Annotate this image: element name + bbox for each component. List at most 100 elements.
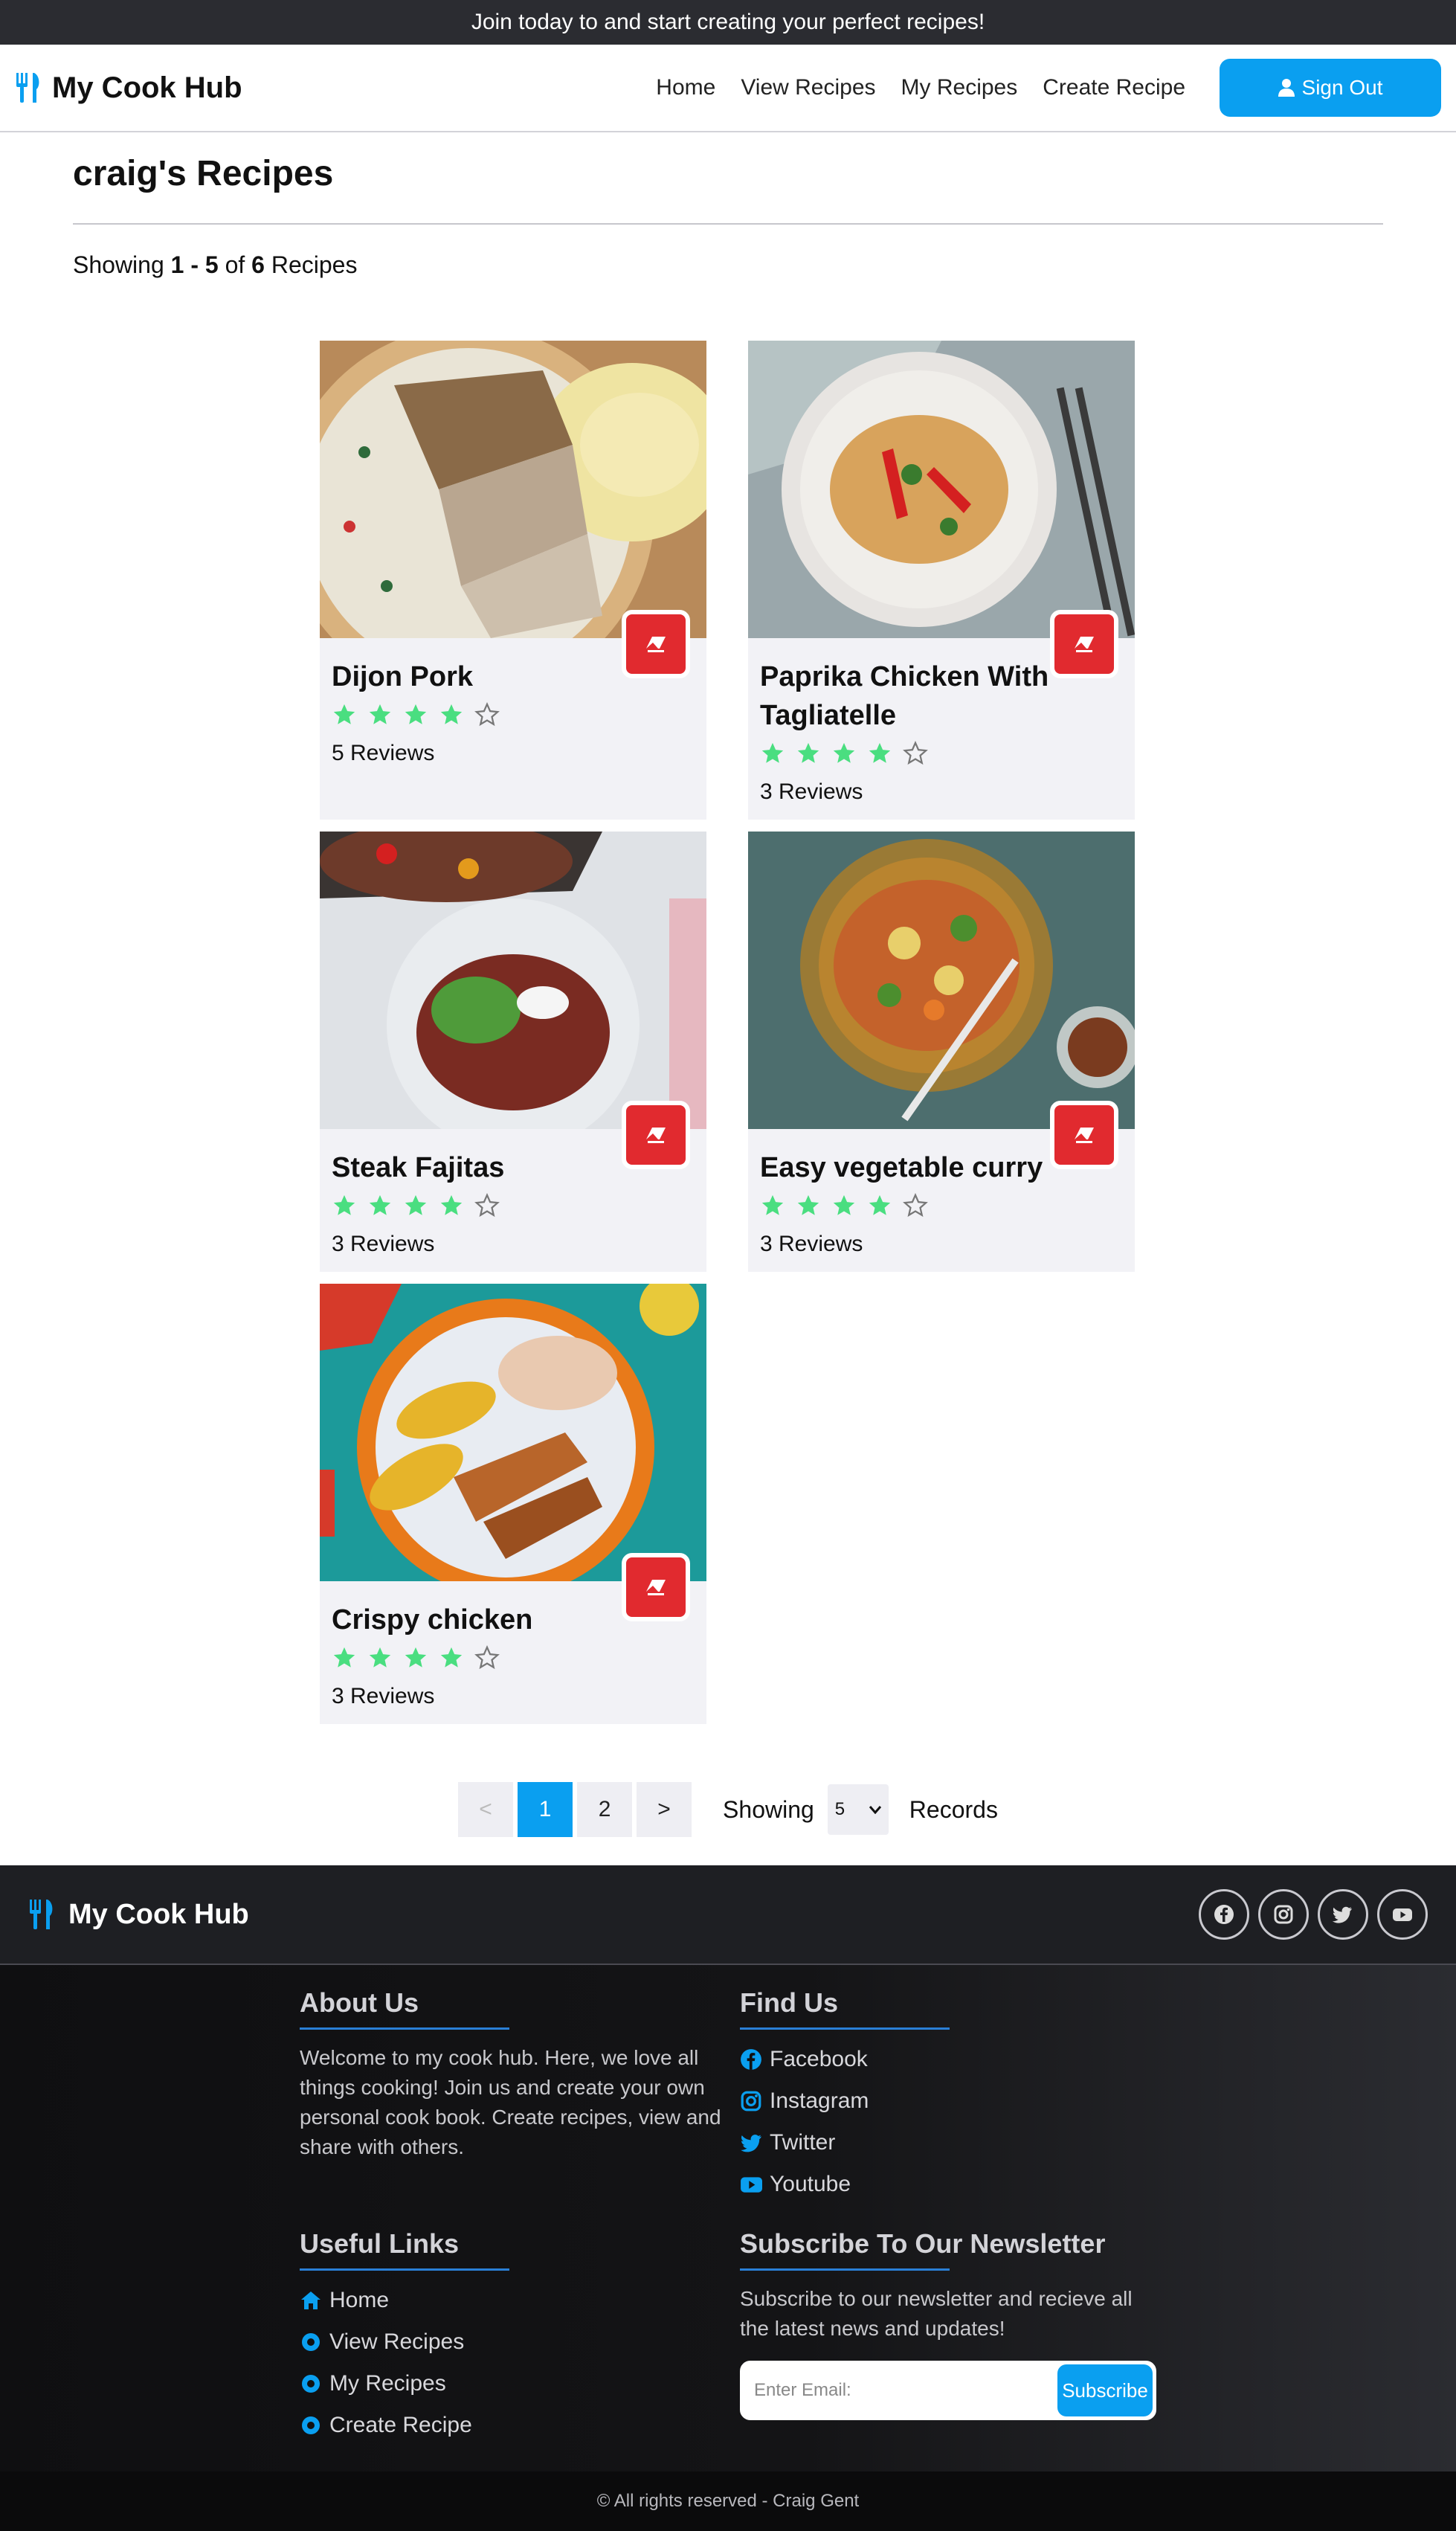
delete-recipe-button[interactable] [1050,610,1118,678]
star-filled-icon [369,704,391,724]
useful-links-section: Useful Links Home View Recipes My Recipe… [300,2227,671,2446]
recipe-card[interactable]: Paprika Chicken With Tagliatelle 3 Revie… [748,341,1135,820]
subscribe-button[interactable]: Subscribe [1057,2364,1153,2416]
user-icon [1278,79,1295,97]
pagination: < 1 2 > Showing 5 Records [0,1782,1456,1837]
facebook-button[interactable] [1199,1889,1249,1940]
nav-link-home[interactable]: Home [656,75,715,100]
per-page-select[interactable]: 5 [827,1784,889,1835]
footer-body: About Us Welcome to my cook hub. Here, w… [0,1965,1456,2471]
star-filled-icon [797,742,819,763]
results-prefix: Showing [73,251,164,278]
star-filled-icon [761,742,784,763]
results-range-sep: - [190,251,199,278]
find-us-underline [740,2027,950,2030]
main-content: craig's Recipes Showing 1 - 5 of 6 Recip… [0,153,1456,289]
star-filled-icon [405,1647,427,1667]
results-suffix: Recipes [271,251,358,278]
find-us-facebook-link[interactable]: Facebook [740,2039,1112,2080]
star-filled-icon [440,704,463,724]
nav-link-view-recipes[interactable]: View Recipes [741,75,875,100]
star-filled-icon [333,1647,355,1667]
star-filled-icon [833,742,855,763]
youtube-button[interactable] [1377,1889,1428,1940]
find-us-youtube-link[interactable]: Youtube [740,2164,1112,2205]
pagination-page-1[interactable]: 1 [518,1782,573,1837]
per-page-label: Showing [723,1795,814,1823]
find-us-instagram-label: Instagram [770,2088,869,2113]
review-count: 5 Reviews [332,741,435,765]
star-empty-icon [903,741,928,765]
pagination-prev-button[interactable]: < [458,1782,514,1837]
recipe-card[interactable]: Crispy chicken 3 Reviews [320,1284,706,1724]
circle-dot-icon [302,2333,320,2351]
pagination-next-button[interactable]: > [637,1782,692,1837]
star-rating [760,741,1123,766]
circle-dot-icon [302,2416,320,2434]
find-us-instagram-link[interactable]: Instagram [740,2080,1112,2122]
pagination-page-2[interactable]: 2 [577,1782,633,1837]
useful-link-home[interactable]: Home [300,2280,671,2321]
newsletter-email-input[interactable]: Enter Email: [754,2380,1057,2401]
review-count: 3 Reviews [332,1232,435,1256]
recipe-image[interactable] [748,832,1135,1129]
circle-dot-icon [302,2375,320,2393]
useful-links-underline [300,2268,509,2271]
newsletter-form: Enter Email: Subscribe [740,2361,1156,2420]
useful-link-view-recipes[interactable]: View Recipes [300,2321,671,2363]
useful-link-my-recipes[interactable]: My Recipes [300,2363,671,2405]
cutlery-icon [16,73,39,103]
recipe-image[interactable] [748,341,1135,638]
footer-brand-name: My Cook Hub [68,1898,249,1930]
eraser-icon [646,1580,666,1595]
copyright-bar: © All rights reserved - Craig Gent [0,2471,1456,2531]
sign-out-label: Sign Out [1301,76,1383,99]
useful-link-create-recipe[interactable]: Create Recipe [300,2405,671,2446]
footer-brand[interactable]: My Cook Hub [28,1898,249,1931]
find-us-twitter-label: Twitter [770,2130,836,2155]
twitter-button[interactable] [1318,1889,1368,1940]
page-title: craig's Recipes [73,154,334,193]
about-heading: About Us [300,1987,419,2018]
instagram-button[interactable] [1258,1889,1309,1940]
useful-link-view-recipes-label: View Recipes [329,2329,465,2354]
recipe-card[interactable]: Steak Fajitas 3 Reviews [320,832,706,1272]
nav-links: Home View Recipes My Recipes Create Reci… [656,75,1185,100]
per-page-value: 5 [834,1799,845,1819]
find-us-heading: Find Us [740,1987,838,2018]
newsletter-text: Subscribe to our newsletter and recieve … [740,2287,1133,2340]
nav-link-my-recipes[interactable]: My Recipes [901,75,1018,100]
instagram-icon [741,2091,761,2112]
star-empty-icon [474,1645,500,1670]
star-filled-icon [369,1194,391,1215]
recipe-image[interactable] [320,832,706,1129]
recipe-card[interactable]: Easy vegetable curry 3 Reviews [748,832,1135,1272]
review-count: 3 Reviews [760,1232,863,1256]
sign-out-button[interactable]: Sign Out [1220,59,1441,117]
about-text: Welcome to my cook hub. Here, we love al… [300,2046,721,2158]
delete-recipe-button[interactable] [1050,1101,1118,1169]
find-us-twitter-link[interactable]: Twitter [740,2122,1112,2164]
star-filled-icon [869,742,891,763]
find-us-youtube-label: Youtube [770,2172,851,2196]
star-filled-icon [797,1194,819,1215]
delete-recipe-button[interactable] [622,1553,690,1621]
about-underline [300,2027,509,2030]
results-range-end: 5 [204,251,219,278]
brand-logo[interactable]: My Cook Hub [15,71,242,105]
star-filled-icon [833,1194,855,1215]
nav-link-create-recipe[interactable]: Create Recipe [1043,75,1185,100]
recipe-image[interactable] [320,1284,706,1581]
star-filled-icon [405,704,427,724]
newsletter-underline [740,2268,950,2271]
twitter-icon [1333,1906,1352,1923]
delete-recipe-button[interactable] [622,1101,690,1169]
recipe-card[interactable]: Dijon Pork 5 Reviews [320,341,706,820]
promo-banner: Join today to and start creating your pe… [0,0,1456,45]
delete-recipe-button[interactable] [622,610,690,678]
star-filled-icon [405,1194,427,1215]
copyright-text: © All rights reserved - Craig Gent [596,2491,860,2511]
recipe-image[interactable] [320,341,706,638]
useful-links-heading: Useful Links [300,2228,460,2259]
star-filled-icon [440,1647,463,1667]
